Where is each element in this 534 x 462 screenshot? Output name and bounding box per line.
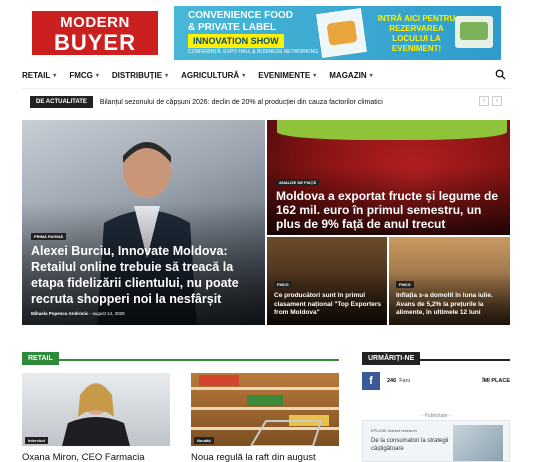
site-logo[interactable]: MODERN BUYER (32, 11, 158, 55)
event-banner[interactable]: CONVENIENCE FOOD & PRIVATE LABEL INNOVAT… (174, 6, 501, 60)
follow-label: URMĂRIȚI-NE (362, 352, 421, 365)
nav-label: EVENIMENTE (258, 71, 311, 80)
fb-count: 246 (387, 378, 397, 384)
author-name[interactable]: Mihaela Popescu Andronic (31, 311, 88, 316)
banner-food-image (455, 16, 493, 48)
category-badge[interactable]: FMCG (396, 281, 414, 288)
ticker-tag: DE ACTUALITATE (30, 96, 93, 108)
banner-line1: CONVENIENCE FOOD (188, 10, 294, 21)
banner-line4: CONFERINȚĂ, EXPO HALL & BUSINESS NETWORK… (188, 49, 319, 55)
banner-cta: INTRĂ AICI PENTRU REZERVAREA LOCULUI LA … (377, 14, 456, 53)
green-apples-image (277, 120, 507, 140)
search-icon[interactable] (495, 69, 506, 80)
nav-label: FMCG (69, 71, 93, 80)
section-header-follow: URMĂRIȚI-NE (362, 347, 510, 365)
hero-wine-article[interactable]: FMCG Ce producători sunt în primul clasa… (267, 237, 387, 325)
card-title[interactable]: Noua regulă la raft din august (191, 452, 316, 462)
chevron-down-icon: ▾ (242, 73, 246, 79)
banner-line3: INNOVATION SHOW (188, 34, 284, 48)
chevron-down-icon: ▾ (369, 73, 373, 79)
section-label[interactable]: RETAIL (22, 352, 59, 365)
hero-market-title[interactable]: Inflația s-a domolit în luna iulie. Avan… (396, 292, 508, 318)
chevron-down-icon: ▾ (313, 73, 317, 79)
portrait-image (62, 383, 130, 446)
category-badge[interactable]: FMCG (274, 281, 292, 288)
nav-item-distributie[interactable]: DISTRIBUȚIE ▾ (112, 71, 168, 80)
nav-label: MAGAZIN (329, 71, 367, 80)
nav-item-retail[interactable]: RETAIL ▾ (22, 71, 56, 80)
hero-apples-title[interactable]: Moldova a exportat fructe și legume de 1… (276, 189, 506, 231)
chevron-left-icon[interactable]: ‹ (479, 96, 489, 106)
logo-line2: BUYER (53, 30, 136, 55)
card-title[interactable]: Oxana Miron, CEO Farmacia (22, 452, 144, 462)
nav-label: DISTRIBUȚIE (111, 71, 163, 80)
article-meta: Mihaela Popescu Andronic - august 14, 20… (31, 311, 125, 316)
card-image[interactable]: Interviuri (22, 373, 170, 446)
fb-like-button[interactable]: ÎMI PLACE (482, 378, 510, 384)
hero-apples-article[interactable]: ANALIZE DE PIAȚĂ Moldova a exportat fruc… (267, 120, 510, 235)
shelf-image (191, 375, 339, 446)
article-date: - august 14, 2026 (89, 311, 125, 316)
banner-line2: & PRIVATE LABEL (188, 22, 276, 33)
chevron-down-icon: ▾ (95, 73, 99, 79)
chevron-down-icon: ▾ (165, 73, 169, 79)
ticker-arrows: ‹ › (479, 96, 502, 106)
section-header-retail: RETAIL (22, 347, 339, 365)
fb-fans: Fani (399, 378, 410, 384)
nav-item-magazin[interactable]: MAGAZIN ▾ (329, 71, 372, 80)
news-ticker: DE ACTUALITATE Bilanțul sezonului de căp… (22, 95, 510, 109)
chevron-down-icon: ▾ (53, 73, 57, 79)
logo-line1: MODERN (60, 14, 130, 31)
banner-product-image (316, 8, 367, 58)
card-image[interactable]: Noutăți (191, 373, 339, 446)
category-badge[interactable]: ANALIZE DE PIAȚĂ (276, 179, 320, 186)
category-badge[interactable]: Noutăți (194, 437, 214, 444)
nav-item-agricultura[interactable]: AGRICULTURĂ ▾ (181, 71, 245, 80)
ad-brand: EPLUSE market research (371, 428, 417, 433)
nav-item-evenimente[interactable]: EVENIMENTE ▾ (258, 71, 316, 80)
hero-wine-title[interactable]: Ce producători sunt în primul clasament … (274, 292, 386, 318)
nav-item-fmcg[interactable]: FMCG ▾ (69, 71, 99, 80)
ad-label: - Publicitate - (421, 413, 451, 419)
nav-label: AGRICULTURĂ (181, 71, 240, 80)
ad-photo (453, 425, 503, 461)
hero-market-article[interactable]: FMCG Inflația s-a domolit în luna iulie.… (389, 237, 510, 325)
hero-main-article[interactable]: PRIMA PAGINĂ Alexei Burciu, Innovate Mol… (22, 120, 265, 325)
nav-label: RETAIL (22, 71, 51, 80)
chevron-right-icon[interactable]: › (492, 96, 502, 106)
ad-banner[interactable]: EPLUSE market research De la consumatori… (362, 420, 510, 462)
category-badge[interactable]: PRIMA PAGINĂ (31, 233, 67, 240)
category-badge[interactable]: Interviuri (25, 437, 49, 444)
facebook-follow: f 246 Fani ÎMI PLACE (362, 372, 510, 390)
main-nav: RETAIL ▾ FMCG ▾ DISTRIBUȚIE ▾ AGRICULTURĂ ▾ … (22, 63, 510, 89)
ad-text: De la consumatori la strategii câștigăto… (371, 438, 449, 452)
facebook-icon[interactable]: f (362, 372, 380, 390)
ticker-headline[interactable]: Bilanțul sezonului de căpșuni 2026: decl… (100, 99, 383, 106)
hero-main-title[interactable]: Alexei Burciu, Innovate Moldova: Retailu… (31, 243, 261, 307)
